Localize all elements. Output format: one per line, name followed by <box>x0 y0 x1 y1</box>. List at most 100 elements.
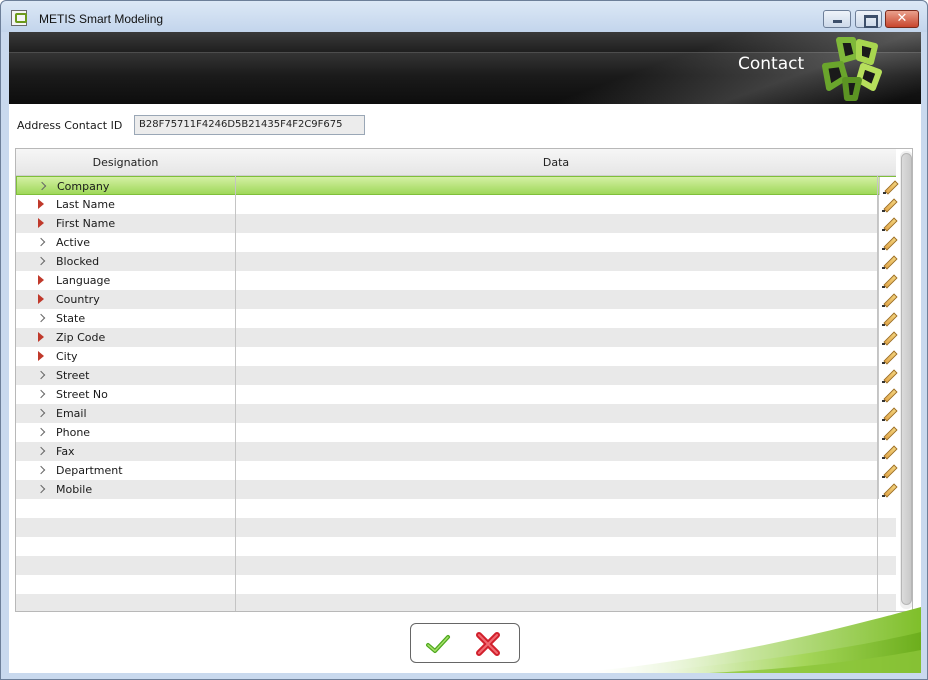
edit-pencil-icon[interactable] <box>878 442 896 461</box>
required-arrow-icon[interactable] <box>37 199 45 209</box>
required-arrow-icon[interactable] <box>37 275 45 285</box>
table-row[interactable]: Fax <box>16 442 896 461</box>
empty-row <box>16 499 896 518</box>
page-title: Contact <box>738 54 805 74</box>
close-button[interactable]: ✕ <box>885 10 919 28</box>
column-header-data[interactable]: Data <box>235 149 877 176</box>
grid-rows: Company Last Name First Name Active Blocked L… <box>16 176 897 611</box>
expand-arrow-icon[interactable] <box>37 446 45 456</box>
maximize-button[interactable] <box>855 10 882 28</box>
table-row[interactable]: Street <box>16 366 896 385</box>
edit-pencil-icon[interactable] <box>878 385 896 404</box>
table-row[interactable]: Email <box>16 404 896 423</box>
edit-pencil-icon[interactable] <box>878 290 896 309</box>
table-row[interactable]: Country <box>16 290 896 309</box>
vertical-scrollbar[interactable] <box>900 151 912 609</box>
row-designation: Language <box>56 274 111 287</box>
empty-row <box>16 575 896 594</box>
row-designation: First Name <box>56 217 116 230</box>
empty-row <box>16 537 896 556</box>
edit-pencil-icon[interactable] <box>878 366 896 385</box>
required-arrow-icon[interactable] <box>37 218 45 228</box>
header-banner: Contact <box>9 32 921 104</box>
row-designation: Country <box>56 293 100 306</box>
row-designation: Email <box>56 407 87 420</box>
expand-arrow-icon[interactable] <box>38 181 46 191</box>
required-arrow-icon[interactable] <box>37 294 45 304</box>
row-designation: City <box>56 350 78 363</box>
edit-pencil-icon[interactable] <box>878 271 896 290</box>
title-bar[interactable]: METIS Smart Modeling ✕ <box>1 1 927 32</box>
table-row[interactable]: Street No <box>16 385 896 404</box>
row-designation: Zip Code <box>56 331 106 344</box>
edit-pencil-icon[interactable] <box>878 233 896 252</box>
table-row[interactable]: Last Name <box>16 195 896 214</box>
row-designation: Last Name <box>56 198 115 211</box>
edit-pencil-icon[interactable] <box>878 480 896 499</box>
expand-arrow-icon[interactable] <box>37 408 45 418</box>
window-title: METIS Smart Modeling <box>39 12 164 26</box>
row-designation: State <box>56 312 86 325</box>
edit-pencil-icon[interactable] <box>878 404 896 423</box>
table-row[interactable]: Blocked <box>16 252 896 271</box>
edit-pencil-icon[interactable] <box>878 252 896 271</box>
app-window: METIS Smart Modeling ✕ Contact Address C… <box>0 0 928 680</box>
app-icon <box>11 10 27 26</box>
row-designation: Phone <box>56 426 91 439</box>
close-icon: ✕ <box>896 11 908 26</box>
grid-header: Designation Data <box>16 149 896 176</box>
edit-pencil-icon[interactable] <box>878 423 896 442</box>
row-designation: Mobile <box>56 483 93 496</box>
edit-pencil-icon[interactable] <box>878 461 896 480</box>
edit-pencil-icon[interactable] <box>879 177 897 196</box>
confirm-checkmark-icon[interactable] <box>425 632 451 656</box>
empty-row <box>16 556 896 575</box>
column-divider <box>877 176 878 611</box>
edit-pencil-icon[interactable] <box>878 195 896 214</box>
cancel-x-icon[interactable] <box>475 631 501 657</box>
scrollbar-thumb[interactable] <box>901 153 912 605</box>
row-designation: Department <box>56 464 123 477</box>
row-designation: Street No <box>56 388 108 401</box>
dialog-actions <box>410 623 520 663</box>
table-row[interactable]: Department <box>16 461 896 480</box>
row-designation: Company <box>57 180 110 193</box>
table-row[interactable]: Zip Code <box>16 328 896 347</box>
row-designation: Street <box>56 369 90 382</box>
client-area: Contact Address Contact ID B28F75711F424… <box>9 32 921 673</box>
edit-pencil-icon[interactable] <box>878 214 896 233</box>
address-contact-id-label: Address Contact ID <box>17 119 123 132</box>
edit-pencil-icon[interactable] <box>878 309 896 328</box>
minimize-button[interactable] <box>823 10 851 28</box>
expand-arrow-icon[interactable] <box>37 465 45 475</box>
row-designation: Active <box>56 236 91 249</box>
required-arrow-icon[interactable] <box>37 351 45 361</box>
expand-arrow-icon[interactable] <box>37 427 45 437</box>
expand-arrow-icon[interactable] <box>37 256 45 266</box>
expand-arrow-icon[interactable] <box>37 370 45 380</box>
row-designation: Blocked <box>56 255 100 268</box>
table-row[interactable]: City <box>16 347 896 366</box>
table-row[interactable]: First Name <box>16 214 896 233</box>
table-row[interactable]: Phone <box>16 423 896 442</box>
expand-arrow-icon[interactable] <box>37 313 45 323</box>
expand-arrow-icon[interactable] <box>37 484 45 494</box>
empty-row <box>16 518 896 537</box>
expand-arrow-icon[interactable] <box>37 237 45 247</box>
table-row[interactable]: Mobile <box>16 480 896 499</box>
required-arrow-icon[interactable] <box>37 332 45 342</box>
metis-logo-icon <box>822 37 882 101</box>
edit-pencil-icon[interactable] <box>878 328 896 347</box>
empty-row <box>16 594 896 611</box>
address-contact-id-field[interactable]: B28F75711F4246D5B21435F4F2C9F675 <box>134 115 365 135</box>
expand-arrow-icon[interactable] <box>37 389 45 399</box>
column-header-designation[interactable]: Designation <box>16 149 235 176</box>
edit-pencil-icon[interactable] <box>878 347 896 366</box>
table-row[interactable]: Language <box>16 271 896 290</box>
table-row[interactable]: Active <box>16 233 896 252</box>
table-row[interactable]: Company <box>16 176 897 196</box>
contact-grid: Designation Data Company Last Name First N… <box>15 148 913 612</box>
column-divider <box>235 176 236 611</box>
table-row[interactable]: State <box>16 309 896 328</box>
row-designation: Fax <box>56 445 75 458</box>
